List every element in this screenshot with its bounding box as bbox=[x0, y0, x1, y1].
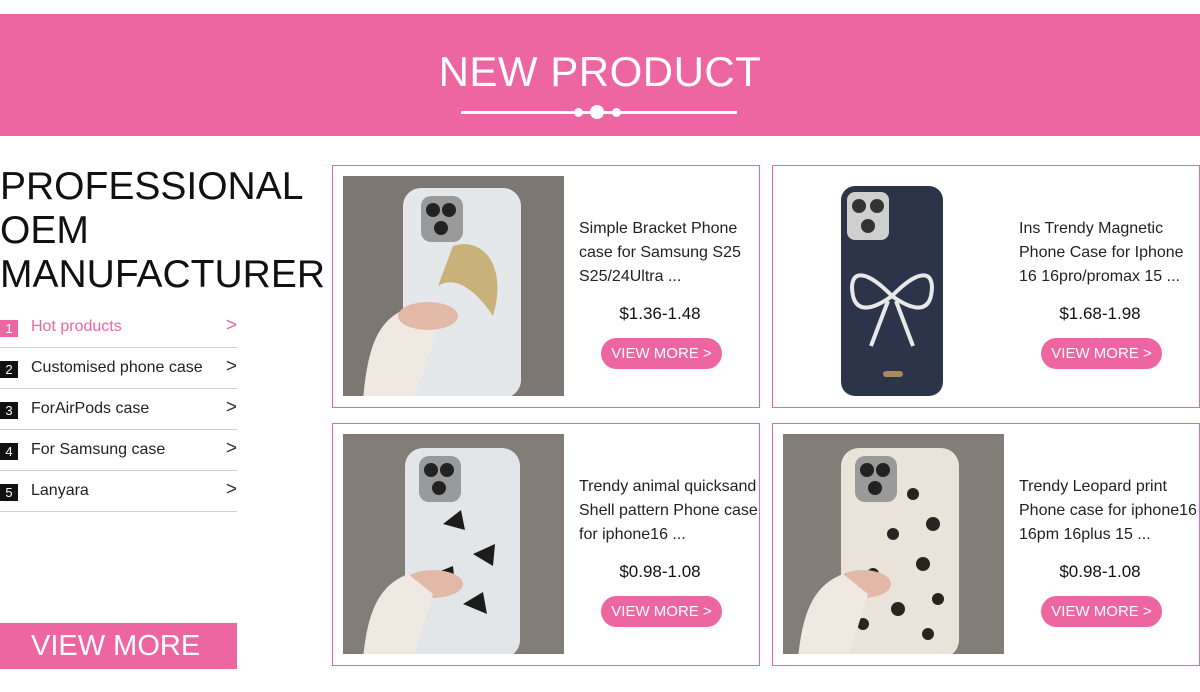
product-card[interactable]: Trendy animal quicksand Shell pattern Ph… bbox=[332, 423, 760, 666]
menu-number: 3 bbox=[0, 402, 18, 419]
divider-dot-icon bbox=[590, 105, 604, 119]
chevron-right-icon: > bbox=[225, 397, 237, 418]
product-title[interactable]: Simple Bracket Phone case for Samsung S2… bbox=[579, 217, 759, 289]
menu-label: Lanyara bbox=[31, 482, 89, 499]
product-title[interactable]: Trendy Leopard print Phone case for ipho… bbox=[1019, 475, 1199, 547]
product-price: $0.98-1.08 bbox=[1059, 562, 1141, 581]
category-menu: 1 Hot products > 2 Customised phone case… bbox=[0, 307, 237, 512]
chevron-right-icon: > bbox=[225, 356, 237, 377]
view-more-button[interactable]: VIEW MORE > bbox=[1041, 338, 1162, 369]
divider-dot-icon bbox=[612, 108, 621, 117]
menu-number: 5 bbox=[0, 484, 18, 501]
menu-label: For Samsung case bbox=[31, 441, 166, 458]
sidebar-title: PROFESSIONAL OEM MANUFACTURER bbox=[0, 165, 326, 297]
new-product-banner: NEW PRODUCT bbox=[0, 14, 1200, 136]
chevron-right-icon: > bbox=[225, 438, 237, 459]
sidebar-view-more-button[interactable]: VIEW MORE bbox=[0, 623, 237, 669]
chevron-right-icon: > bbox=[225, 479, 237, 500]
product-price: $0.98-1.08 bbox=[619, 562, 701, 581]
product-price: $1.68-1.98 bbox=[1059, 304, 1141, 323]
product-title[interactable]: Trendy animal quicksand Shell pattern Ph… bbox=[579, 475, 759, 547]
product-title[interactable]: Ins Trendy Magnetic Phone Case for Iphon… bbox=[1019, 217, 1199, 289]
view-more-button[interactable]: VIEW MORE > bbox=[601, 596, 722, 627]
menu-item-hot-products[interactable]: 1 Hot products > bbox=[0, 307, 237, 348]
product-image[interactable] bbox=[343, 434, 564, 654]
product-price: $1.36-1.48 bbox=[619, 304, 701, 323]
menu-item-customised-phone-case[interactable]: 2 Customised phone case > bbox=[0, 348, 237, 389]
menu-label: Hot products bbox=[31, 318, 122, 335]
menu-item-forairpods-case[interactable]: 3 ForAirPods case > bbox=[0, 389, 237, 430]
product-card[interactable]: Trendy Leopard print Phone case for ipho… bbox=[772, 423, 1200, 666]
menu-number: 2 bbox=[0, 361, 18, 378]
menu-label: Customised phone case bbox=[31, 359, 203, 376]
menu-number: 1 bbox=[0, 320, 18, 337]
divider-dot-icon bbox=[574, 108, 583, 117]
sidebar-title-line: MANUFACTURER bbox=[0, 253, 326, 296]
product-image[interactable] bbox=[343, 176, 564, 396]
sidebar-title-line: PROFESSIONAL bbox=[0, 165, 304, 208]
product-image[interactable] bbox=[783, 434, 1004, 654]
menu-item-for-samsung-case[interactable]: 4 For Samsung case > bbox=[0, 430, 237, 471]
product-card[interactable]: Ins Trendy Magnetic Phone Case for Iphon… bbox=[772, 165, 1200, 408]
chevron-right-icon: > bbox=[225, 315, 237, 336]
banner-title: NEW PRODUCT bbox=[438, 48, 762, 95]
product-card[interactable]: Simple Bracket Phone case for Samsung S2… bbox=[332, 165, 760, 408]
product-image[interactable] bbox=[783, 176, 1004, 396]
menu-label: ForAirPods case bbox=[31, 400, 150, 417]
menu-number: 4 bbox=[0, 443, 18, 460]
view-more-button[interactable]: VIEW MORE > bbox=[601, 338, 722, 369]
view-more-button[interactable]: VIEW MORE > bbox=[1041, 596, 1162, 627]
menu-item-lanyara[interactable]: 5 Lanyara > bbox=[0, 471, 237, 512]
sidebar-title-line: OEM bbox=[0, 209, 89, 252]
